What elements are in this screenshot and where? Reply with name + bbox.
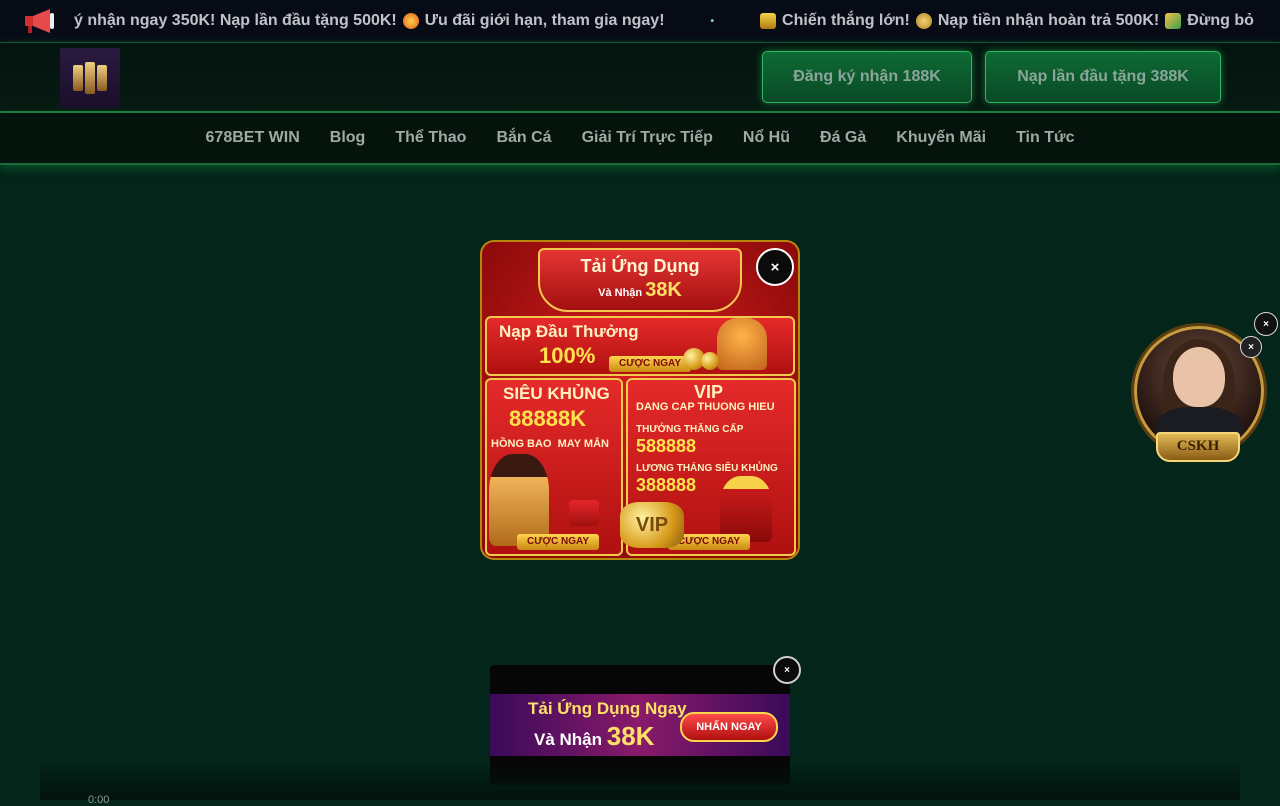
nav-item-blog[interactable]: Blog	[330, 129, 366, 147]
lucky-envelope-label: HỒNG BAO MAY MẮN	[491, 438, 609, 450]
vip-title: VIP	[694, 382, 724, 402]
avatar-face	[1173, 347, 1225, 407]
vip-badge-text: VIP	[635, 513, 669, 536]
ticker-separator: •	[710, 15, 715, 27]
banner-line1: Tải Ứng Dụng Ngay	[528, 699, 687, 718]
nav-item-home[interactable]: 678BET WIN	[206, 129, 300, 147]
promotion-bonus-label: THƯỞNG THĂNG CẤP	[636, 424, 744, 435]
ticker-segment: ý nhận ngay 350K! Nạp lần đầu tặng 500K!	[74, 12, 397, 29]
ticker-segment: Chiến thắng lớn!	[782, 12, 910, 29]
money-bag-icon	[915, 13, 932, 29]
party-popper-icon	[1165, 13, 1182, 29]
nav-item-live-casino[interactable]: Giải Trí Trực Tiếp	[582, 129, 713, 147]
banner-line2-prefix: Và Nhận	[534, 730, 603, 749]
logo-bottle-icon	[85, 62, 95, 94]
god-of-wealth-icon	[720, 476, 772, 542]
promo-popup[interactable]: Tải Ứng Dụng Và Nhận 38K Nạp Đầu Thưởng …	[480, 240, 800, 560]
promotion-bonus-amount: 588888	[636, 436, 697, 456]
ticker-segment: Ưu đãi giới hạn, tham gia ngay!	[424, 12, 665, 29]
close-popup-button[interactable]: ×	[756, 248, 794, 286]
nav-item-sports[interactable]: Thể Thao	[395, 129, 466, 147]
super-title: SIÊU KHỦNG	[503, 384, 610, 403]
coin-icon	[569, 500, 599, 526]
announcement-ticker: ý nhận ngay 350K! Nạp lần đầu tặng 500K!…	[0, 0, 1280, 43]
main-nav: 678BET WIN Blog Thể Thao Bắn Cá Giải Trí…	[0, 113, 1280, 165]
nav-item-fishing[interactable]: Bắn Cá	[496, 129, 551, 147]
logo-bottle-icon	[73, 65, 83, 91]
customer-support-label[interactable]: CSKH	[1156, 432, 1240, 462]
super-amount: 88888K	[509, 406, 587, 431]
vip-badge: VIP	[620, 502, 684, 548]
popup-title: Tải Ứng Dụng	[580, 256, 700, 276]
red-envelope-panel[interactable]: SIÊU KHỦNG 88888K HỒNG BAO MAY MẮN CƯỢC …	[485, 378, 623, 556]
monthly-salary-amount: 388888	[636, 475, 697, 495]
site-logo[interactable]	[60, 48, 120, 108]
banner-line2: Và Nhận 38K	[534, 721, 654, 752]
vip-subtitle: DANG CAP THUONG HIEU	[636, 401, 775, 413]
ticker-segment: Đừng bỏ	[1187, 12, 1254, 29]
popup-subtitle-prefix: Và Nhận	[598, 287, 643, 299]
popup-subtitle-amount: 38K	[645, 279, 682, 301]
bet-now-button[interactable]: CƯỢC NGAY	[517, 534, 600, 550]
deposit-bonus-title: Nạp Đầu Thưởng	[499, 322, 639, 341]
nav-item-slots[interactable]: Nổ Hũ	[743, 129, 790, 147]
banner-line2-amount: 38K	[606, 721, 655, 751]
nav-item-news[interactable]: Tin Tức	[1016, 129, 1074, 147]
deposit-bonus-panel[interactable]: Nạp Đầu Thưởng 100% CƯỢC NGAY	[485, 316, 795, 376]
monthly-salary-label: LƯƠNG THÁNG SIÊU KHỦNG	[636, 463, 778, 474]
site-header: Đăng ký nhận 188K Nạp lần đầu tặng 388K	[0, 43, 1280, 113]
video-time: 0:00	[88, 794, 110, 806]
click-now-button[interactable]: NHẤN NGAY	[680, 712, 778, 742]
deposit-bonus-percent: 100%	[539, 343, 596, 368]
nav-item-promotions[interactable]: Khuyến Mãi	[896, 129, 986, 147]
coin-icon	[701, 352, 719, 370]
close-support-avatar-button[interactable]: ×	[1240, 336, 1262, 358]
register-button[interactable]: Đăng ký nhận 188K	[762, 51, 972, 103]
ticker-segment: Nạp tiền nhận hoàn trả 500K!	[937, 12, 1160, 29]
popup-title-ribbon: Tải Ứng Dụng Và Nhận 38K	[538, 248, 742, 312]
video-player[interactable]: 0:00	[40, 760, 1240, 806]
tiger-mascot-icon	[717, 318, 767, 370]
trophy-icon	[760, 13, 777, 29]
logo-bottle-icon	[97, 65, 107, 91]
megaphone-icon	[25, 9, 54, 33]
close-banner-button[interactable]: ×	[773, 656, 801, 684]
close-support-widget-button[interactable]: ×	[1254, 312, 1278, 336]
ticker-track: ý nhận ngay 350K! Nạp lần đầu tặng 500K!…	[74, 0, 1254, 42]
bet-now-button[interactable]: CƯỢC NGAY	[609, 356, 692, 372]
popup-subtitle: Và Nhận 38K	[540, 279, 740, 302]
first-deposit-button[interactable]: Nạp lần đầu tặng 388K	[985, 51, 1221, 103]
nav-item-cockfight[interactable]: Đá Gà	[820, 129, 866, 147]
goddess-character-icon	[489, 454, 549, 546]
fire-icon	[402, 13, 419, 29]
